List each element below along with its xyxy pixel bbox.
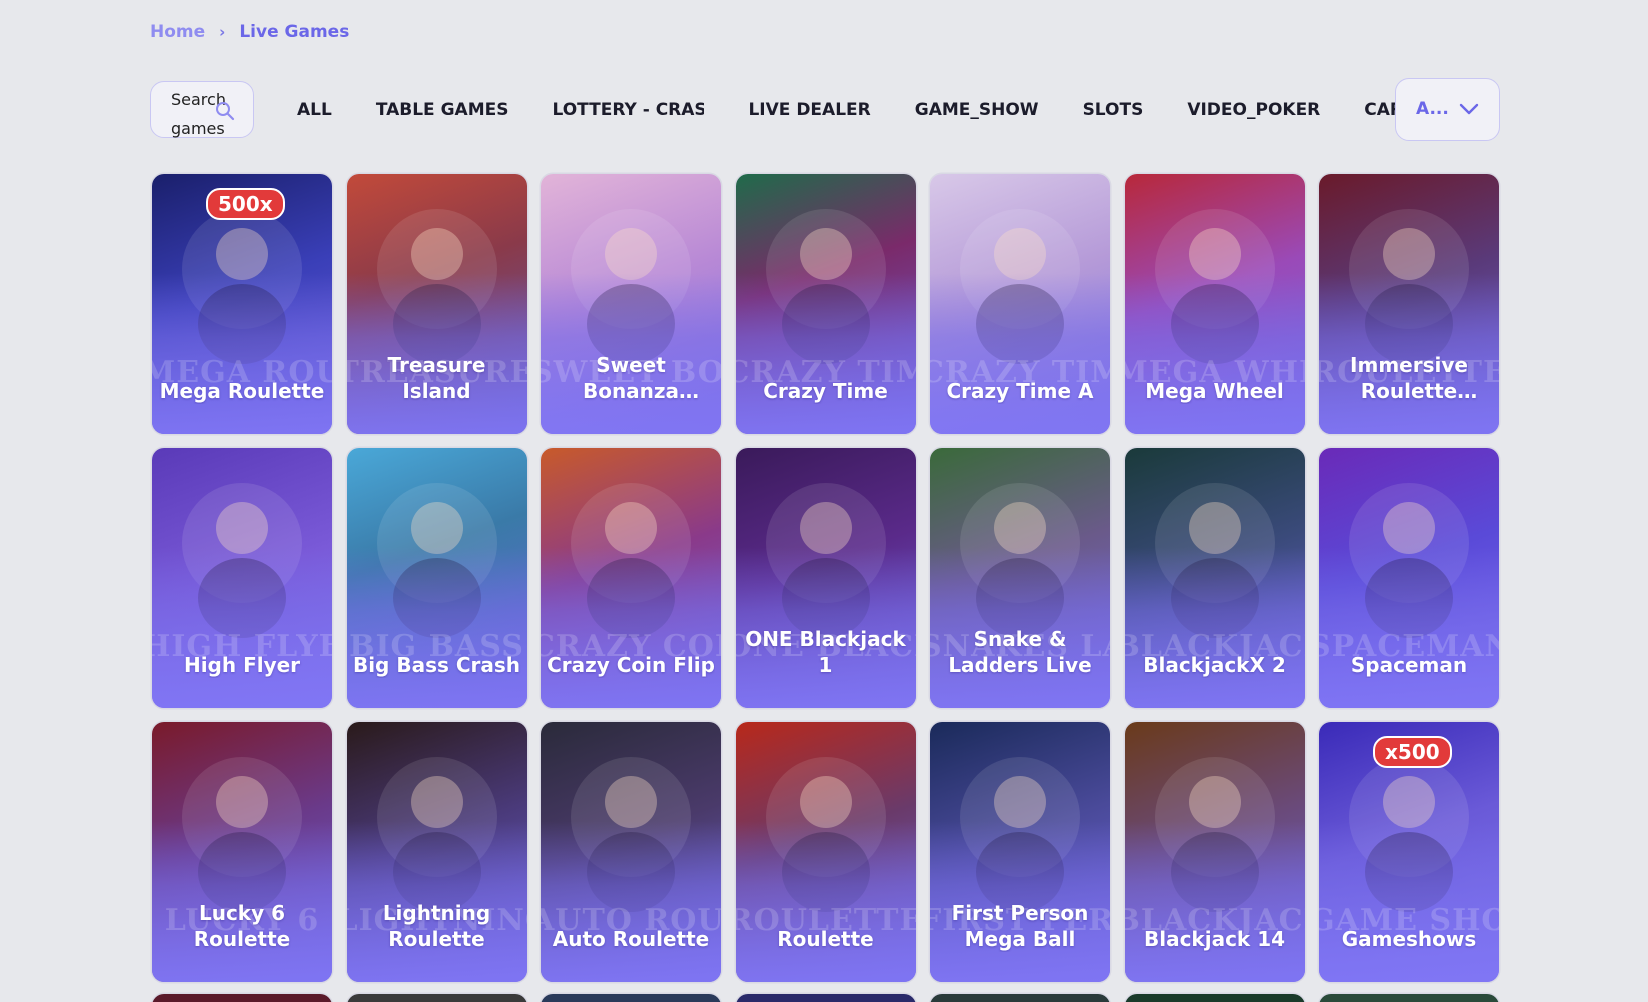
game-card[interactable]: ONE BLACKJACKONE Blackjack 1 — [735, 448, 916, 708]
game-grid: 500xMEGA ROULETTEMega RouletteTREASURE I… — [152, 174, 1500, 982]
tab-lottery-crash[interactable]: LOTTERY - CRASH — [552, 100, 704, 120]
card-overlay — [735, 820, 916, 982]
game-card[interactable]: AUTO ROULETTEAuto Roulette — [541, 722, 721, 982]
card-overlay — [930, 272, 1110, 434]
game-title: BlackjackX 2 — [1143, 653, 1286, 677]
search-box[interactable]: Search games — [150, 81, 254, 138]
chevron-down-icon — [1459, 103, 1479, 115]
game-card-partial[interactable] — [930, 994, 1110, 1002]
game-title: Lucky 6 Roulette — [193, 901, 291, 951]
game-title: ONE Blackjack 1 — [745, 627, 906, 677]
card-overlay — [1124, 272, 1305, 434]
game-card[interactable]: 500xMEGA ROULETTEMega Roulette — [152, 174, 332, 434]
filter-bar: Search games ALL TABLE GAMES LOTTERY - C… — [150, 78, 1500, 141]
sort-select[interactable]: A... — [1395, 78, 1500, 141]
tab-all[interactable]: ALL — [297, 100, 332, 120]
game-title: Lightning Roulette — [382, 901, 491, 951]
multiplier-badge: 500x — [206, 188, 285, 220]
next-row-cards — [152, 994, 1499, 1002]
card-overlay — [152, 272, 332, 434]
category-tabs: ALL TABLE GAMES LOTTERY - CRASH LIVE DEA… — [297, 80, 1461, 140]
card-overlay — [541, 546, 721, 708]
game-title: Crazy Time — [763, 379, 888, 403]
game-title: High Flyer — [183, 653, 301, 677]
game-card[interactable]: SPACEMANSpaceman — [1319, 448, 1499, 708]
game-card-partial[interactable] — [735, 994, 916, 1002]
game-card-partial[interactable] — [1124, 994, 1305, 1002]
card-overlay — [541, 820, 721, 982]
search-icon[interactable] — [215, 101, 235, 121]
breadcrumb: Home › Live Games — [150, 22, 349, 42]
card-overlay — [1319, 546, 1499, 708]
game-card[interactable]: FIRST PERSONFirst Person Mega Ball — [930, 722, 1110, 982]
game-title: Mega Roulette — [159, 379, 325, 403]
game-title: Treasure Island — [387, 353, 486, 403]
game-card[interactable]: BLACKJACKBlackjack 14 — [1124, 722, 1305, 982]
tab-table-games[interactable]: TABLE GAMES — [376, 100, 509, 120]
game-card-partial[interactable] — [152, 994, 332, 1002]
tab-live-dealer[interactable]: LIVE DEALER — [748, 100, 870, 120]
game-card[interactable]: HIGH FLYERHigh Flyer — [152, 448, 332, 708]
breadcrumb-home-link[interactable]: Home — [150, 22, 205, 42]
game-card[interactable]: TREASURE ISLANDTreasure Island — [346, 174, 527, 434]
game-card[interactable]: LIGHTNINGLightning Roulette — [346, 722, 527, 982]
card-overlay — [152, 546, 332, 708]
card-overlay — [1124, 546, 1305, 708]
game-title: Immersive Roulette Deluxe — [1350, 353, 1468, 403]
breadcrumb-current: Live Games — [239, 22, 350, 42]
game-title: Sweet Bonanza Candyland — [582, 353, 680, 403]
game-card[interactable]: BLACKJACKBlackjackX 2 — [1124, 448, 1305, 708]
card-overlay — [1124, 820, 1305, 982]
tab-video-poker[interactable]: VIDEO_POKER — [1187, 100, 1320, 120]
game-title: Mega Wheel — [1145, 379, 1284, 403]
game-title: Snake & Ladders Live — [948, 627, 1092, 677]
game-card-partial[interactable] — [1319, 994, 1499, 1002]
game-card[interactable]: ROULETTERoulette — [735, 722, 916, 982]
game-title: Crazy Time A — [946, 379, 1094, 403]
card-overlay — [346, 546, 527, 708]
game-title: Big Bass Crash — [352, 653, 521, 677]
game-card[interactable]: ROULETTEImmersive Roulette Deluxe — [1319, 174, 1499, 434]
tab-game-show[interactable]: GAME_SHOW — [915, 100, 1039, 120]
game-card[interactable]: CRAZY TIMECrazy Time — [735, 174, 916, 434]
game-title: First Person Mega Ball — [951, 901, 1089, 951]
card-overlay — [735, 272, 916, 434]
card-overlay — [1319, 820, 1499, 982]
game-card-partial[interactable] — [541, 994, 721, 1002]
game-title: Roulette — [777, 927, 874, 951]
tab-slots[interactable]: SLOTS — [1083, 100, 1144, 120]
chevron-right-icon: › — [219, 23, 226, 41]
game-title: Spaceman — [1350, 653, 1468, 677]
game-card[interactable]: MEGA WHEELMega Wheel — [1124, 174, 1305, 434]
game-title: Blackjack 14 — [1143, 927, 1286, 951]
game-title: Auto Roulette — [552, 927, 710, 951]
game-card[interactable]: LUCKY 6Lucky 6 Roulette — [152, 722, 332, 982]
game-card[interactable]: CRAZY COINCrazy Coin Flip — [541, 448, 721, 708]
game-card-partial[interactable] — [346, 994, 527, 1002]
game-card[interactable]: x500GAME SHOWSGameshows — [1319, 722, 1499, 982]
game-title: Crazy Coin Flip — [547, 653, 715, 677]
game-title: Gameshows — [1341, 927, 1477, 951]
multiplier-badge: x500 — [1373, 736, 1452, 768]
game-card[interactable]: SNAKES LADDERSSnake & Ladders Live — [930, 448, 1110, 708]
sort-selected-value: A... — [1416, 99, 1449, 119]
game-card[interactable]: BIG BASSBig Bass Crash — [346, 448, 527, 708]
game-card[interactable]: SWEET BONANZASweet Bonanza Candyland — [541, 174, 721, 434]
game-card[interactable]: CRAZY TIMECrazy Time A — [930, 174, 1110, 434]
live-games-page: Home › Live Games Search games ALL TABLE… — [0, 0, 1648, 1002]
